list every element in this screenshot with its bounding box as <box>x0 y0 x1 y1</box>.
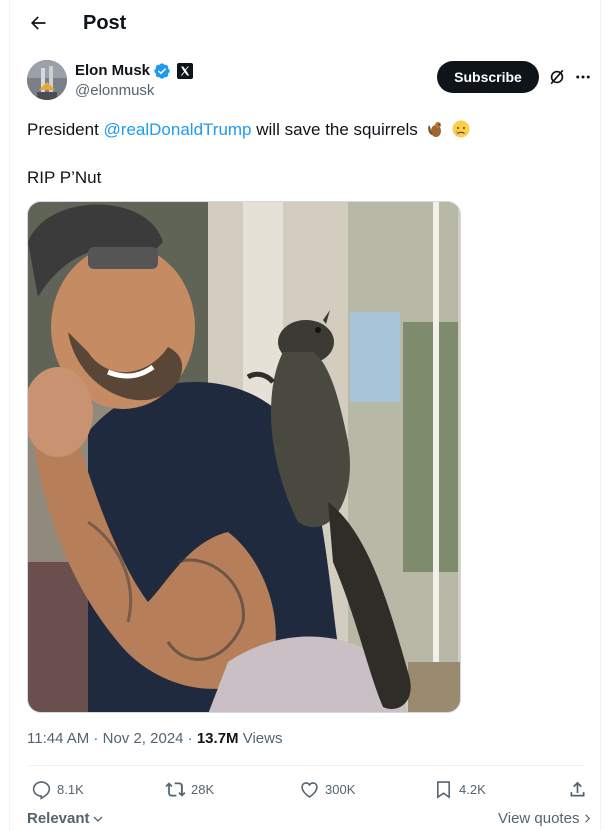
repost-count: 28K <box>191 781 215 797</box>
share-button[interactable] <box>567 777 588 801</box>
meta-separator: · <box>183 730 197 747</box>
tweet-text-before: President <box>27 120 104 139</box>
bookmark-count: 4.2K <box>459 781 486 797</box>
x-affiliate-badge-icon <box>177 63 194 79</box>
back-button[interactable] <box>26 11 50 35</box>
avatar[interactable] <box>27 60 67 100</box>
reply-sort-dropdown[interactable]: Relevant <box>27 810 104 827</box>
chevron-right-icon <box>585 814 591 823</box>
bookmark-icon <box>437 780 450 799</box>
reply-count: 8.1K <box>57 781 84 797</box>
page-header: Post <box>10 0 602 46</box>
like-count: 300K <box>325 781 356 797</box>
tweet-text-after: will save the squirrels <box>251 120 418 139</box>
post-detail-frame: Post Elon Musk @elonmusk Subscribe Presi… <box>9 0 601 831</box>
tweet-date[interactable]: Nov 2, 2024 <box>103 730 184 747</box>
heart-icon <box>301 781 318 798</box>
author-handle[interactable]: @elonmusk <box>75 81 154 101</box>
arrow-left-icon <box>31 16 46 30</box>
author-name-row: Elon Musk <box>75 61 194 81</box>
grok-icon <box>550 69 564 85</box>
reply-button[interactable]: 8.1K <box>31 777 84 801</box>
tweet-text-line2: RIP P’Nut <box>27 168 102 187</box>
verified-badge-icon <box>153 62 171 80</box>
view-quotes-link[interactable]: View quotes <box>498 810 593 827</box>
bookmark-button[interactable]: 4.2K <box>433 777 486 801</box>
share-icon <box>570 781 585 796</box>
repost-icon <box>165 781 186 797</box>
tweet-text: President @realDonaldTrump will save the… <box>27 119 471 141</box>
subscribe-button[interactable]: Subscribe <box>437 61 539 93</box>
more-options-button[interactable] <box>572 66 594 88</box>
chipmunk-emoji-icon <box>425 119 445 139</box>
author-name[interactable]: Elon Musk <box>75 61 150 81</box>
mention-link[interactable]: @realDonaldTrump <box>104 120 252 139</box>
view-quotes-label: View quotes <box>498 810 580 827</box>
reply-icon <box>32 780 51 800</box>
chevron-down-icon <box>93 816 102 822</box>
tweet-time[interactable]: 11:44 AM <box>27 730 89 747</box>
views-label: Views <box>238 730 283 747</box>
divider <box>27 765 585 766</box>
more-horizontal-icon <box>576 75 590 79</box>
meta-separator: · <box>89 730 103 747</box>
crying-face-emoji-icon <box>451 119 471 139</box>
page-title: Post <box>83 12 127 34</box>
grok-button[interactable] <box>546 66 568 88</box>
views-count: 13.7M <box>196 730 239 747</box>
repost-button[interactable]: 28K <box>165 777 214 801</box>
like-button[interactable]: 300K <box>299 777 355 801</box>
tweet-meta: 11:44 AM · Nov 2, 2024 · 13.7M Views <box>27 729 282 749</box>
reply-sort-label: Relevant <box>27 810 90 827</box>
tweet-media-photo[interactable] <box>27 201 461 713</box>
